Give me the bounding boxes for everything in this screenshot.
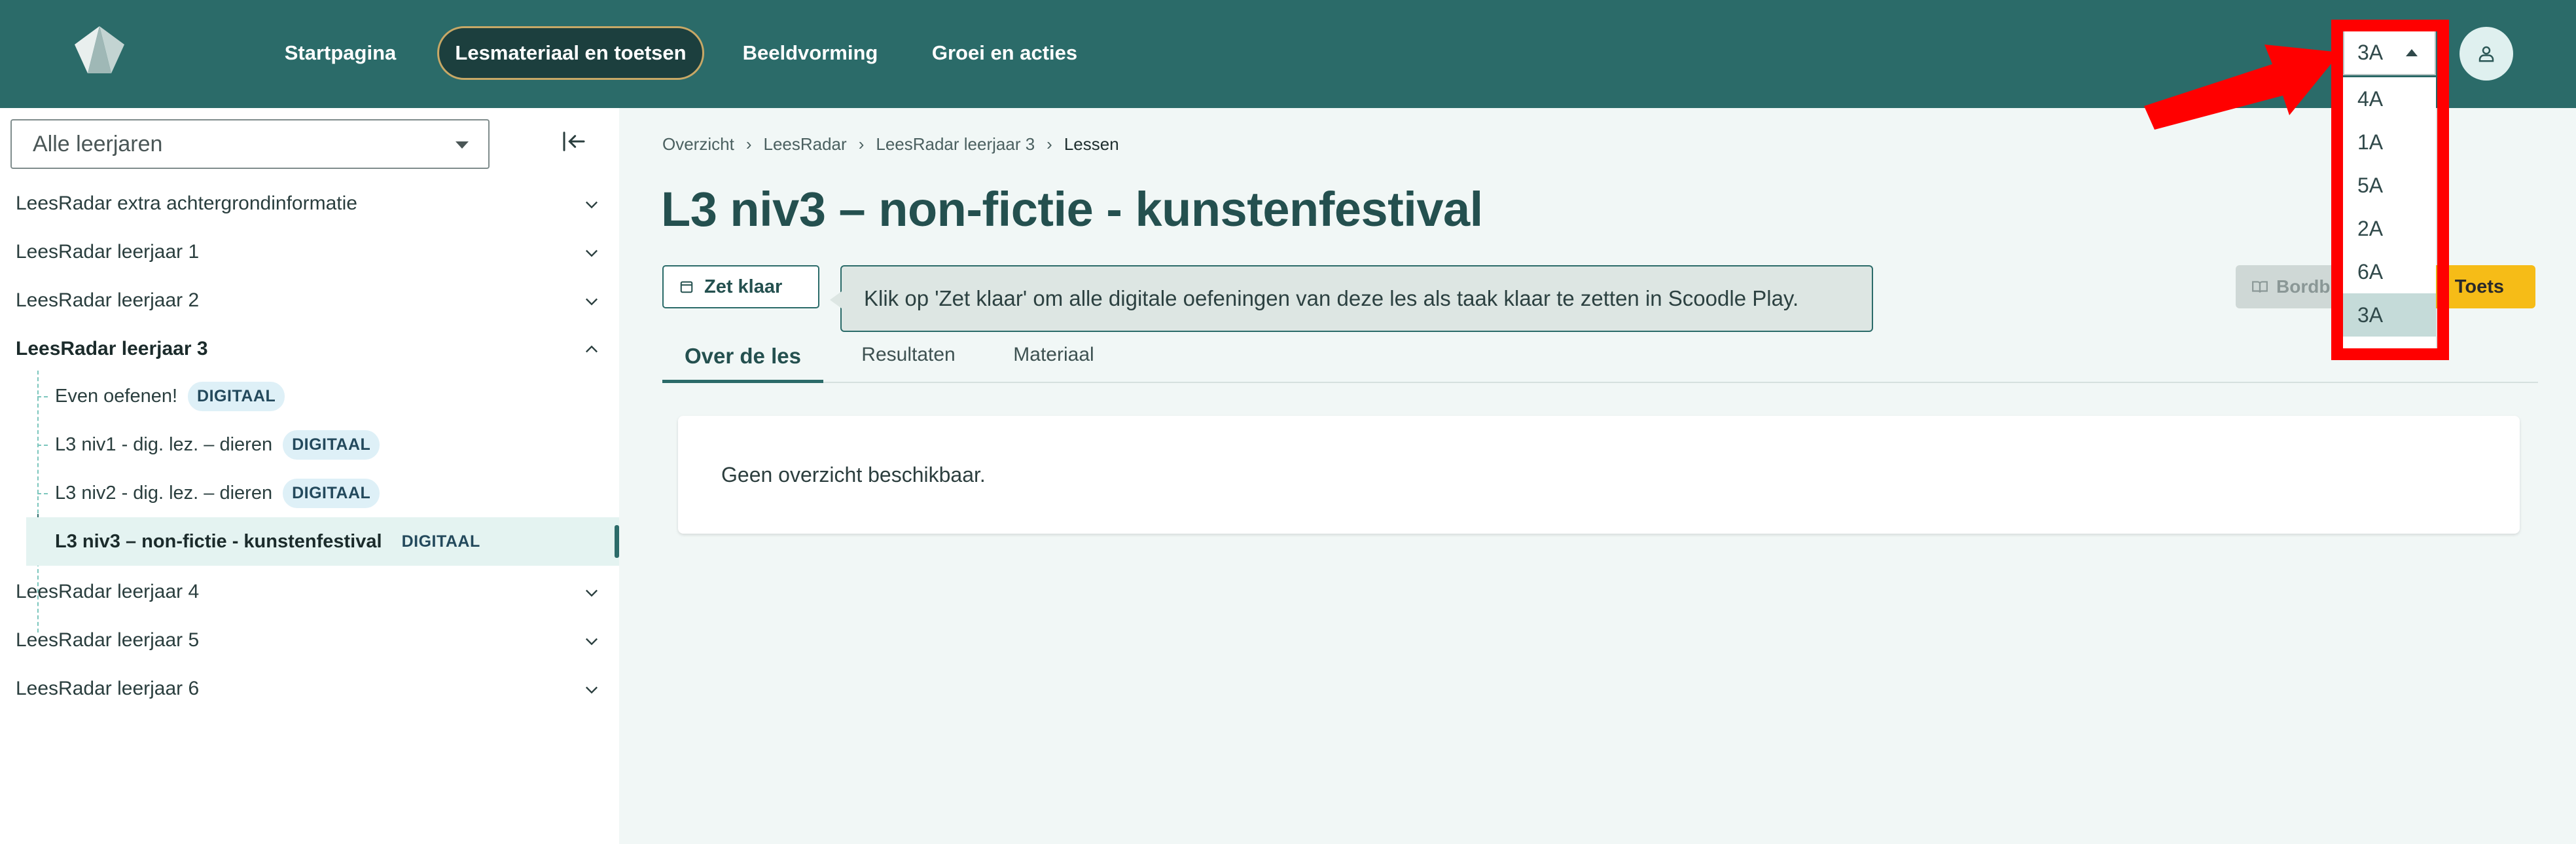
sidebar-item-extra[interactable]: LeesRadar extra achtergrondinformatie [0, 179, 619, 228]
sidebar-item-leerjaar-1[interactable]: LeesRadar leerjaar 1 [0, 228, 619, 276]
sidebar-item-leerjaar-3[interactable]: LeesRadar leerjaar 3 [0, 325, 619, 373]
sidebar-item-leerjaar-6[interactable]: LeesRadar leerjaar 6 [0, 665, 619, 713]
chevron-down-icon [586, 686, 598, 694]
digital-badge: DIGITAAL [283, 430, 380, 460]
breadcrumb: Overzicht › LeesRadar › LeesRadar leerja… [662, 134, 1119, 155]
bordboek-label: Bordb [2276, 276, 2331, 297]
nav-lesmateriaal-en-toetsen[interactable]: Lesmateriaal en toetsen [437, 26, 704, 80]
lesson-item[interactable]: L3 niv1 - dig. lez. – dieren DIGITAAL [0, 420, 619, 469]
annotation-arrow-icon [2144, 45, 2340, 130]
tab-resultaten[interactable]: Resultaten [843, 344, 974, 383]
lesson-item-selected[interactable]: L3 niv3 – non-fictie - kunstenfestival D… [26, 517, 619, 566]
toets-label: Toets [2454, 276, 2504, 297]
book-icon [2252, 281, 2268, 293]
digital-badge: DIGITAAL [188, 381, 285, 411]
lesson-item-label: L3 niv3 – non-fictie - kunstenfestival [55, 530, 382, 552]
tab-materiaal[interactable]: Materiaal [995, 344, 1113, 383]
user-icon [2478, 46, 2494, 62]
overview-card: Geen overzicht beschikbaar. [678, 416, 2520, 534]
digital-badge: DIGITAAL [401, 532, 480, 551]
chevron-down-icon [586, 201, 598, 209]
year-filter-select[interactable]: Alle leerjaren [10, 119, 490, 169]
chevron-up-icon [586, 345, 598, 353]
sidebar-item-leerjaar-4[interactable]: LeesRadar leerjaar 4 [0, 568, 619, 616]
nav-groei-en-acties[interactable]: Groei en acties [923, 26, 1086, 80]
overview-text: Geen overzicht beschikbaar. [721, 462, 986, 486]
annotation-highlight-box [2331, 20, 2449, 360]
sidebar-item-label: LeesRadar leerjaar 6 [16, 678, 200, 699]
nav-startpagina[interactable]: Startpagina [275, 26, 406, 80]
calendar-icon [680, 281, 693, 293]
breadcrumb-separator-icon: › [858, 134, 865, 154]
logo-icon[interactable] [72, 25, 128, 75]
breadcrumb-separator-icon: › [1046, 134, 1052, 154]
sidebar-item-label: LeesRadar leerjaar 4 [16, 581, 200, 602]
sidebar-item-leerjaar-5[interactable]: LeesRadar leerjaar 5 [0, 616, 619, 665]
zet-klaar-tooltip: Klik op 'Zet klaar' om alle digitale oef… [830, 265, 1873, 332]
chevron-down-icon [586, 249, 598, 257]
user-avatar-button[interactable] [2460, 27, 2513, 81]
breadcrumb-separator-icon: › [745, 134, 752, 154]
breadcrumb-overzicht[interactable]: Overzicht [662, 134, 734, 155]
sidebar-item-label: LeesRadar leerjaar 1 [16, 241, 200, 263]
digital-badge: DIGITAAL [283, 478, 380, 508]
lesson-item[interactable]: L3 niv2 - dig. lez. – dieren DIGITAAL [0, 469, 619, 517]
page-title: L3 niv3 – non-fictie - kunstenfestival [661, 182, 1483, 236]
lesson-item-label: L3 niv1 - dig. lez. – dieren [55, 433, 273, 455]
breadcrumb-lessen: Lessen [1064, 134, 1119, 154]
caret-down-icon [456, 141, 469, 149]
chevron-down-icon [586, 589, 598, 597]
breadcrumb-leerjaar-3[interactable]: LeesRadar leerjaar 3 [876, 134, 1035, 155]
tab-over-de-les[interactable]: Over de les [662, 344, 823, 383]
lesson-item[interactable]: Even oefenen! DIGITAAL [0, 372, 619, 420]
tooltip-text: Klik op 'Zet klaar' om alle digitale oef… [864, 286, 1799, 310]
sidebar-item-label: LeesRadar leerjaar 2 [16, 289, 200, 311]
sidebar-item-leerjaar-2[interactable]: LeesRadar leerjaar 2 [0, 276, 619, 325]
breadcrumb-leesradar[interactable]: LeesRadar [763, 134, 846, 155]
year-filter-value: Alle leerjaren [33, 131, 163, 156]
lesson-item-label: Even oefenen! [55, 385, 178, 407]
collapse-left-icon [563, 132, 585, 151]
zet-klaar-label: Zet klaar [704, 276, 783, 297]
zet-klaar-button[interactable]: Zet klaar [662, 265, 819, 308]
collapse-sidebar-button[interactable] [558, 125, 590, 158]
main-content: Overzicht › LeesRadar › LeesRadar leerja… [619, 108, 2576, 844]
tab-bar: Over de les Resultaten Materiaal [662, 344, 2538, 383]
sidebar-item-label: LeesRadar extra achtergrondinformatie [16, 193, 357, 214]
lesson-item-label: L3 niv2 - dig. lez. – dieren [55, 482, 273, 504]
sidebar-item-label: LeesRadar leerjaar 3 [16, 338, 208, 359]
sidebar: Alle leerjaren LeesRadar extra achtergro… [0, 108, 619, 844]
sidebar-item-label: LeesRadar leerjaar 5 [16, 629, 200, 651]
nav-beeldvorming[interactable]: Beeldvorming [732, 26, 889, 80]
chevron-down-icon [586, 638, 598, 646]
chevron-down-icon [586, 298, 598, 306]
